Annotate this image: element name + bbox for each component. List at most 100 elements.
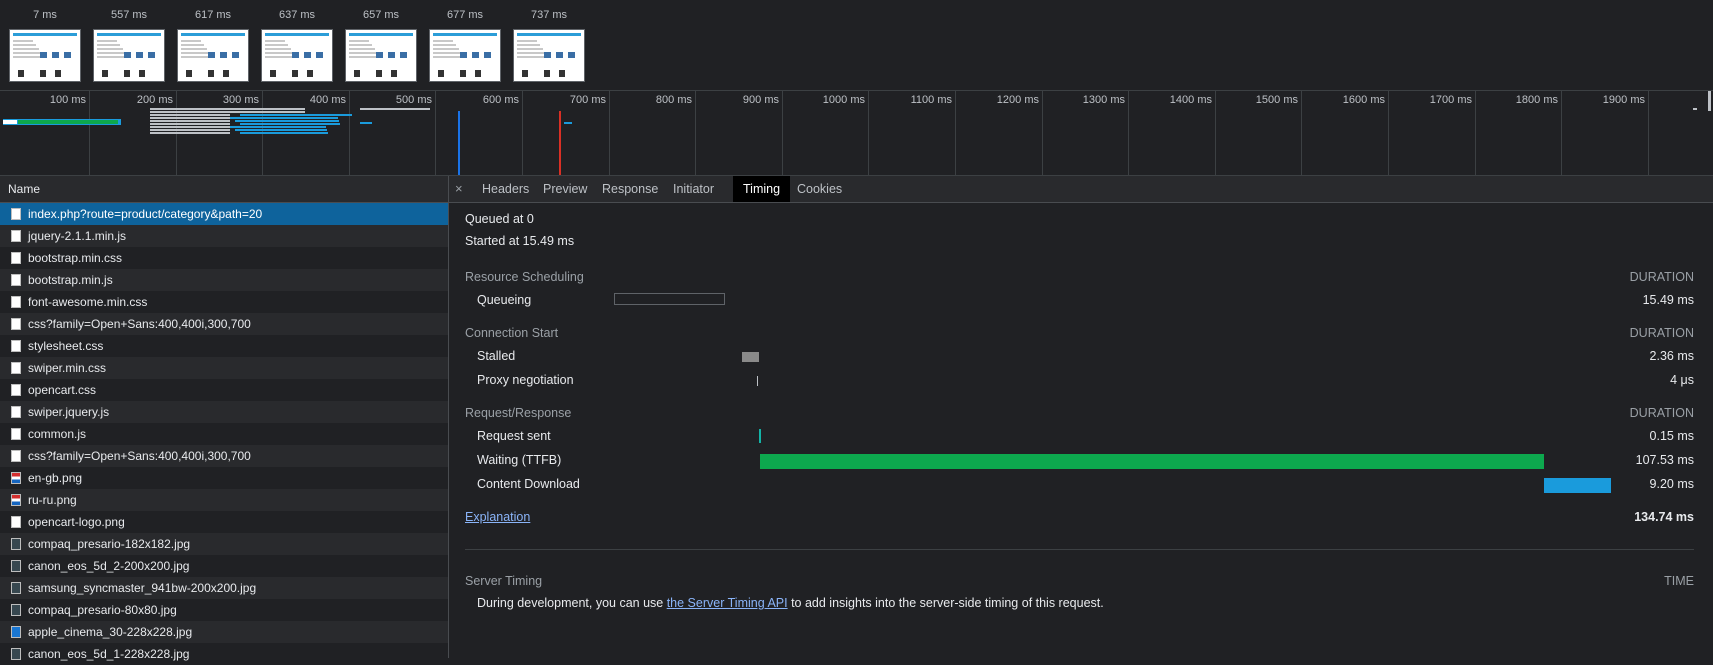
overview-request-bar <box>235 129 327 131</box>
request-sent-bar <box>759 429 761 443</box>
tab-headers[interactable]: Headers <box>472 176 539 202</box>
flag-image-icon <box>11 472 21 484</box>
filmstrip-frame[interactable]: 557 ms <box>93 8 165 82</box>
timeline-gridline <box>1388 91 1389 175</box>
proxy-negotiation-bar <box>757 376 758 386</box>
request-row[interactable]: common.js <box>0 423 448 445</box>
request-row[interactable]: compaq_presario-182x182.jpg <box>0 533 448 555</box>
waiting-ttfb-label: Waiting (TTFB) <box>477 453 562 467</box>
timeline-gridline <box>955 91 956 175</box>
frame-time-label: 617 ms <box>194 9 232 21</box>
overview-request-bar <box>3 120 17 124</box>
duration-header: DURATION <box>1629 326 1694 340</box>
request-row[interactable]: apple_cinema_30-228x228.jpg <box>0 621 448 643</box>
close-icon[interactable]: × <box>455 176 463 202</box>
overview-request-bar <box>240 132 328 134</box>
stylesheet-icon <box>11 450 21 462</box>
timeline-gridline <box>435 91 436 175</box>
timeline-gridline <box>1215 91 1216 175</box>
request-row[interactable]: bootstrap.min.css <box>0 247 448 269</box>
timeline-tick-label: 300 ms <box>222 94 259 106</box>
request-name: css?family=Open+Sans:400,400i,300,700 <box>28 317 251 331</box>
stalled-bar <box>742 352 759 362</box>
tab-timing[interactable]: Timing <box>733 176 791 202</box>
image-icon <box>11 604 21 616</box>
timeline-tick-label: 1300 ms <box>1082 94 1125 106</box>
proxy-negotiation-label: Proxy negotiation <box>477 373 574 387</box>
request-row[interactable]: bootstrap.min.js <box>0 269 448 291</box>
name-column-header[interactable]: Name <box>0 176 448 203</box>
request-row[interactable]: css?family=Open+Sans:400,400i,300,700 <box>0 313 448 335</box>
request-name: css?family=Open+Sans:400,400i,300,700 <box>28 449 251 463</box>
overview-request-bar <box>150 120 230 122</box>
timeline-gridline <box>89 91 90 175</box>
waiting-ttfb-bar <box>760 454 1544 469</box>
timeline-tick-label: 200 ms <box>136 94 173 106</box>
request-row[interactable]: swiper.jquery.js <box>0 401 448 423</box>
request-name: jquery-2.1.1.min.js <box>28 229 127 243</box>
overview-timeline[interactable]: 100 ms 200 ms 300 ms 400 ms 500 ms 600 ms 700 … <box>0 91 1713 176</box>
tab-initiator[interactable]: Initiator <box>663 176 724 202</box>
request-row[interactable]: font-awesome.min.css <box>0 291 448 313</box>
request-sent-value: 0.15 ms <box>1649 429 1694 443</box>
overview-request-bar <box>150 108 305 110</box>
frame-time-label: 657 ms <box>362 9 400 21</box>
request-row[interactable]: swiper.min.css <box>0 357 448 379</box>
request-row[interactable]: samsung_syncmaster_941bw-200x200.jpg <box>0 577 448 599</box>
tab-cookies[interactable]: Cookies <box>787 176 852 202</box>
request-name: index.php?route=product/category&path=20 <box>28 207 263 221</box>
proxy-negotiation-value: 4 μs <box>1670 373 1694 387</box>
queueing-value: 15.49 ms <box>1642 293 1694 307</box>
request-row[interactable]: ru-ru.png <box>0 489 448 511</box>
filmstrip-frame[interactable]: 637 ms <box>261 8 333 82</box>
server-timing-api-link[interactable]: the Server Timing API <box>667 596 788 610</box>
filmstrip-frame[interactable]: 657 ms <box>345 8 417 82</box>
timeline-tick-label: 700 ms <box>569 94 606 106</box>
filmstrip-frame[interactable]: 677 ms <box>429 8 501 82</box>
stylesheet-icon <box>11 296 21 308</box>
frame-thumbnail <box>93 29 165 82</box>
filmstrip-frame[interactable]: 7 ms <box>9 8 81 82</box>
request-name: compaq_presario-182x182.jpg <box>28 537 191 551</box>
request-row[interactable]: compaq_presario-80x80.jpg <box>0 599 448 621</box>
request-details-panel: × Headers Preview Response Initiator Timing C… <box>449 176 1713 658</box>
filmstrip-frame[interactable]: 737 ms <box>513 8 585 82</box>
filmstrip-frame[interactable]: 617 ms <box>177 8 249 82</box>
request-response-heading: Request/Response <box>465 406 572 420</box>
overview-request-bar <box>564 122 572 124</box>
request-row[interactable]: opencart-logo.png <box>0 511 448 533</box>
request-row[interactable]: en-gb.png <box>0 467 448 489</box>
request-row[interactable]: canon_eos_5d_2-200x200.jpg <box>0 555 448 577</box>
server-timing-text-after: to add insights into the server-side tim… <box>787 596 1104 610</box>
divider <box>465 549 1694 550</box>
request-row[interactable]: index.php?route=product/category&path=20 <box>0 203 448 225</box>
request-row[interactable]: canon_eos_5d_1-228x228.jpg <box>0 643 448 665</box>
request-name: swiper.jquery.js <box>28 405 110 419</box>
timeline-gridline <box>522 91 523 175</box>
overview-request-bar <box>230 126 326 128</box>
tab-response[interactable]: Response <box>592 176 668 202</box>
script-icon <box>11 230 21 242</box>
request-name: bootstrap.min.js <box>28 273 113 287</box>
connection-start-heading: Connection Start <box>465 326 559 340</box>
tab-preview[interactable]: Preview <box>533 176 597 202</box>
request-row[interactable]: css?family=Open+Sans:400,400i,300,700 <box>0 445 448 467</box>
script-icon <box>11 406 21 418</box>
timeline-gridline <box>609 91 610 175</box>
timeline-gridline <box>1475 91 1476 175</box>
request-name: en-gb.png <box>28 471 83 485</box>
duration-header: DURATION <box>1629 270 1694 284</box>
explanation-link[interactable]: Explanation <box>465 510 530 524</box>
timeline-gridline <box>1042 91 1043 175</box>
timeline-gridline <box>1648 91 1649 175</box>
request-name: canon_eos_5d_1-228x228.jpg <box>28 647 190 661</box>
overview-request-bar <box>150 117 230 119</box>
overview-request-bar <box>235 120 339 122</box>
resource-scheduling-heading: Resource Scheduling <box>465 270 584 284</box>
request-row[interactable]: stylesheet.css <box>0 335 448 357</box>
stalled-value: 2.36 ms <box>1649 349 1694 363</box>
request-row[interactable]: opencart.css <box>0 379 448 401</box>
script-icon <box>11 428 21 440</box>
request-name: compaq_presario-80x80.jpg <box>28 603 177 617</box>
request-row[interactable]: jquery-2.1.1.min.js <box>0 225 448 247</box>
